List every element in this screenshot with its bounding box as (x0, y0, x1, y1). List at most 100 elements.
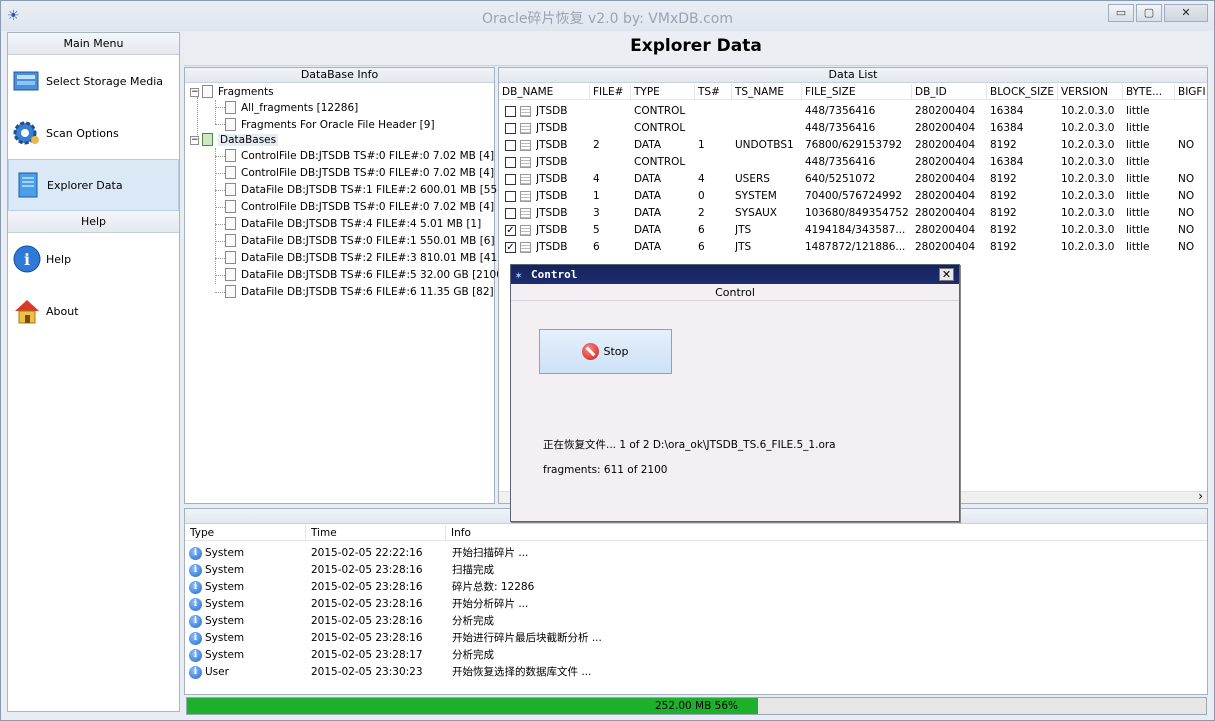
data-list-col-file-size[interactable]: FILE_SIZE (802, 84, 912, 100)
log-time: 2015-02-05 23:28:16 (311, 615, 423, 627)
data-list-col-byte[interactable]: BYTE... (1123, 84, 1175, 100)
tree-node-database-file[interactable]: DataFile DB:JTSDB TS#:1 FILE#:2 600.01 M… (225, 182, 501, 199)
sidebar-item-help[interactable]: i Help (8, 233, 179, 285)
minimize-button[interactable]: ▭ (1108, 4, 1134, 22)
stop-button[interactable]: Stop (539, 329, 672, 374)
tree-node-databases[interactable]: − DataBases (190, 132, 279, 149)
file-icon (225, 148, 236, 162)
data-list-cell: 280200404 (915, 105, 976, 117)
progress-text: 252.00 MB 56% (654, 700, 738, 712)
log-row[interactable]: i System 2015-02-05 23:28:16 分析完成 (185, 613, 1207, 630)
row-checkbox[interactable] (505, 191, 516, 202)
data-list-cell: 280200404 (915, 207, 976, 219)
tree-node-database-file[interactable]: DataFile DB:JTSDB TS#:0 FILE#:1 550.01 M… (225, 233, 495, 250)
data-list-cell (593, 120, 631, 137)
log-row[interactable]: i System 2015-02-05 23:28:16 开始分析碎片 ... (185, 596, 1207, 613)
data-list-cell: 1487872/121886... (805, 241, 906, 253)
data-list-cell: JTSDB (536, 105, 568, 117)
data-list-row[interactable]: ✓ JTSDB 6 DATA 6 JTS 1487872/121886... 28020040… (499, 239, 1207, 256)
data-list-row[interactable]: JTSDB 3 DATA 2 SYSAUX 103680/849354752 2802004… (499, 205, 1207, 222)
data-list-cell: NO (1178, 207, 1195, 219)
data-list-col-db-name[interactable]: DB_NAME (499, 84, 590, 100)
svg-text:i: i (24, 250, 30, 269)
row-checkbox[interactable]: ✓ (505, 225, 516, 236)
data-list-col-block-size[interactable]: BLOCK_SIZE (987, 84, 1058, 100)
row-checkbox[interactable] (505, 140, 516, 151)
sidebar-item-scan-options[interactable]: Scan Options (8, 107, 179, 159)
file-icon (225, 216, 236, 230)
row-checkbox[interactable] (505, 157, 516, 168)
row-checkbox[interactable]: ✓ (505, 242, 516, 253)
log-col-info[interactable]: Info (446, 525, 1207, 541)
data-list-col-db-id[interactable]: DB_ID (912, 84, 987, 100)
log-info: 开始分析碎片 ... (452, 598, 529, 610)
log-row[interactable]: i System 2015-02-05 23:28:17 分析完成 (185, 647, 1207, 664)
data-list-col-version[interactable]: VERSION (1058, 84, 1123, 100)
data-list-row[interactable]: ✓ JTSDB 5 DATA 6 JTS 4194184/343587... 28020040… (499, 222, 1207, 239)
sidebar-item-explorer-data[interactable]: Explorer Data (8, 159, 179, 211)
data-list-cell: 640/5251072 (805, 173, 876, 185)
sparkle-icon: ✶ (515, 268, 523, 282)
data-list-cell: 16384 (990, 105, 1024, 117)
data-list-cell: 280200404 (915, 156, 976, 168)
data-list-row[interactable]: JTSDB 2 DATA 1 UNDOTBS1 76800/629153792 280200… (499, 137, 1207, 154)
collapse-toggle[interactable]: − (190, 87, 199, 97)
row-checkbox[interactable] (505, 208, 516, 219)
data-list-row[interactable]: JTSDB 4 DATA 4 USERS 640/5251072 280200404 8192… (499, 171, 1207, 188)
folder-icon (202, 84, 213, 98)
data-list-cell: DATA (634, 139, 662, 151)
log-row[interactable]: i System 2015-02-05 23:28:16 扫描完成 (185, 562, 1207, 579)
log-row[interactable]: i System 2015-02-05 23:28:16 开始进行碎片最后块截断分析 … (185, 630, 1207, 647)
data-list-row[interactable]: JTSDB 1 DATA 0 SYSTEM 70400/576724992 28020040… (499, 188, 1207, 205)
info-icon: i (189, 581, 202, 594)
data-list-row[interactable]: JTSDB CONTROL 448/7356416 280200404 16384 10.… (499, 103, 1207, 120)
main-menu-header: Main Menu (8, 33, 179, 55)
tree-node-database-file[interactable]: ControlFile DB:JTSDB TS#:0 FILE#:0 7.02 … (225, 165, 494, 182)
data-list-cell: 280200404 (915, 173, 976, 185)
log-row[interactable]: i System 2015-02-05 23:28:16 碎片总数: 12286 (185, 579, 1207, 596)
data-list-row[interactable]: JTSDB CONTROL 448/7356416 280200404 16384 10.… (499, 154, 1207, 171)
tree-node-label: Fragments For Oracle File Header [9] (241, 119, 435, 131)
tree-node-label: DataFile DB:JTSDB TS#:6 FILE#:6 11.35 GB… (241, 286, 494, 298)
log-col-type[interactable]: Type (185, 525, 306, 541)
sidebar-item-select-storage-media[interactable]: Select Storage Media (8, 55, 179, 107)
tree-node-database-file[interactable]: DataFile DB:JTSDB TS#:4 FILE#:4 5.01 MB … (225, 216, 481, 233)
collapse-toggle[interactable]: − (190, 135, 199, 145)
log-type: System (205, 632, 245, 644)
dialog-close-button[interactable]: ✕ (939, 268, 954, 281)
title-bar: ☀ Oracle碎片恢复 v2.0 by: VMxDB.com ▭ ▢ ✕ (1, 1, 1214, 31)
tree-node-label: DataFile DB:JTSDB TS#:4 FILE#:4 5.01 MB … (241, 218, 482, 230)
row-checkbox[interactable] (505, 123, 516, 134)
tree-node-fragments[interactable]: − Fragments (190, 84, 274, 101)
row-checkbox[interactable] (505, 106, 516, 117)
sidebar-item-about[interactable]: About (8, 285, 179, 337)
log-col-time[interactable]: Time (306, 525, 446, 541)
data-list-col-ts-name[interactable]: TS_NAME (732, 84, 802, 100)
tree-node-database-file[interactable]: ControlFile DB:JTSDB TS#:0 FILE#:0 7.02 … (225, 199, 494, 216)
close-button[interactable]: ✕ (1164, 4, 1208, 22)
log-info: 碎片总数: 12286 (452, 581, 535, 593)
data-list-cell: CONTROL (634, 156, 686, 168)
log-row[interactable]: i System 2015-02-05 22:22:16 开始扫描碎片 ... (185, 545, 1207, 562)
tree-node-database-file[interactable]: DataFile DB:JTSDB TS#:2 FILE#:3 810.01 M… (225, 250, 501, 267)
data-list-col-bigfi[interactable]: BIGFI (1175, 84, 1207, 100)
data-list-row[interactable]: JTSDB CONTROL 448/7356416 280200404 16384 10.… (499, 120, 1207, 137)
tree-node-all-fragments[interactable]: All_fragments [12286] (225, 100, 358, 117)
data-list-col-ts[interactable]: TS# (695, 84, 732, 100)
scroll-right-arrow[interactable]: › (1198, 489, 1203, 503)
data-list-cell: DATA (634, 207, 662, 219)
document-icon (13, 170, 43, 200)
data-list-col-file[interactable]: FILE# (590, 84, 631, 100)
tree-node-database-file[interactable]: ControlFile DB:JTSDB TS#:0 FILE#:0 7.02 … (225, 148, 494, 165)
log-row[interactable]: i User 2015-02-05 23:30:23 开始恢复选择的数据库文件 ... (185, 664, 1207, 681)
row-checkbox[interactable] (505, 174, 516, 185)
data-list-cell: 8192 (990, 207, 1017, 219)
file-icon (225, 233, 236, 247)
data-list-cell: 8192 (990, 224, 1017, 236)
restore-button[interactable]: ▢ (1136, 4, 1162, 22)
tree-node-database-file[interactable]: DataFile DB:JTSDB TS#:6 FILE#:6 11.35 GB… (225, 284, 494, 301)
data-list-cell: JTSDB (536, 156, 568, 168)
tree-node-database-file[interactable]: DataFile DB:JTSDB TS#:6 FILE#:5 32.00 GB… (225, 267, 507, 284)
data-list-col-type[interactable]: TYPE (631, 84, 695, 100)
data-list-cell (698, 103, 732, 120)
